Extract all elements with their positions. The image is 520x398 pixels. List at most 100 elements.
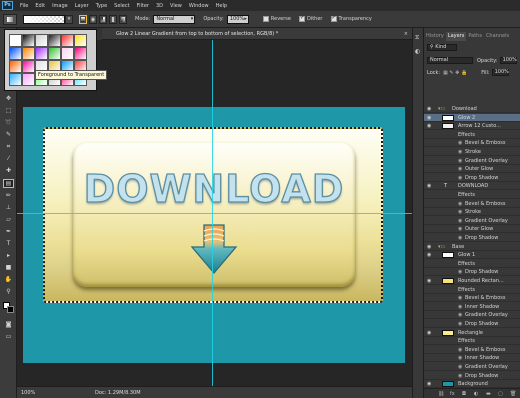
adjustments-panel-icon[interactable]: ◐ [415, 48, 420, 55]
fx-icon[interactable]: fx [450, 391, 455, 397]
dither-checkbox[interactable] [298, 15, 305, 22]
layer-row[interactable]: ◉ T DOWNLOAD [424, 182, 520, 191]
adjustment-layer-icon[interactable]: ◐ [474, 391, 478, 397]
layer-row[interactable]: ◉ Gradient Overlay [424, 311, 520, 320]
effect-visibility-icon[interactable]: ◉ [458, 158, 462, 164]
menu-3d[interactable]: 3D [156, 3, 163, 9]
layer-row[interactable]: ◉ Gradient Overlay [424, 157, 520, 165]
gradient-swatch[interactable] [35, 47, 48, 60]
hand-tool-icon[interactable]: ✋ [3, 275, 14, 284]
gradient-swatch[interactable] [22, 34, 35, 47]
canvas-workspace[interactable]: DOWNLOAD [17, 40, 412, 386]
gradient-swatch[interactable] [74, 34, 87, 47]
transparency-checkbox[interactable] [330, 15, 337, 22]
fill-input[interactable]: 100% [491, 69, 509, 76]
effect-visibility-icon[interactable]: ◉ [458, 269, 462, 275]
effect-visibility-icon[interactable]: ◉ [458, 175, 462, 181]
background-color-swatch[interactable] [7, 306, 14, 313]
layer-row[interactable]: Effects [424, 260, 520, 268]
effect-visibility-icon[interactable]: ◉ [458, 149, 462, 155]
gradient-dropdown-button[interactable]: ▾ [65, 14, 73, 24]
blend-mode-select[interactable]: Normal [427, 57, 473, 64]
lock-icons[interactable]: ▦ ✎ ✥ 🔒 [443, 70, 467, 76]
eye-icon[interactable]: ◉ [427, 252, 431, 258]
layer-row[interactable]: ◉ Gradient Overlay [424, 217, 520, 225]
layer-row[interactable]: ◉ Bevel & Emboss [424, 139, 520, 148]
diamond-gradient-button[interactable] [119, 14, 127, 24]
layer-row[interactable]: ◉ Rectangle [424, 329, 520, 337]
gradient-swatch[interactable] [22, 47, 35, 60]
menu-filter[interactable]: Filter [137, 3, 149, 9]
eye-icon[interactable]: ◉ [427, 106, 431, 112]
tab-paths[interactable]: Paths [466, 32, 484, 41]
eye-icon[interactable]: ◉ [427, 330, 431, 336]
effect-visibility-icon[interactable]: ◉ [458, 373, 462, 379]
menu-view[interactable]: View [170, 3, 182, 9]
move-tool-icon[interactable]: ✥ [3, 94, 14, 103]
mode-select[interactable]: Normal ▾ [153, 14, 196, 24]
layer-row[interactable]: Effects [424, 337, 520, 346]
layer-row[interactable]: ◉ Drop Shadow [424, 320, 520, 328]
menu-window[interactable]: Window [189, 3, 209, 9]
gradient-swatch[interactable] [9, 60, 22, 73]
gradient-swatch[interactable] [61, 47, 74, 60]
layer-filter-select[interactable]: ⚲ Kind [427, 44, 457, 51]
effect-visibility-icon[interactable]: ◉ [458, 304, 462, 310]
effect-visibility-icon[interactable]: ◉ [458, 321, 462, 327]
document-canvas[interactable]: DOWNLOAD [23, 107, 405, 363]
folder-icon[interactable]: ▾▭ [438, 244, 445, 250]
effect-visibility-icon[interactable]: ◉ [458, 218, 462, 224]
opacity-input[interactable]: 100% ▸ [226, 14, 249, 24]
layer-row[interactable]: ◉ ▾▭ Base [424, 243, 520, 251]
reflected-gradient-button[interactable] [109, 14, 117, 24]
menu-edit[interactable]: Edit [35, 3, 45, 9]
eye-icon[interactable]: ◉ [427, 115, 431, 121]
effect-visibility-icon[interactable]: ◉ [458, 226, 462, 232]
layer-row[interactable]: ◉ Drop Shadow [424, 174, 520, 182]
effect-visibility-icon[interactable]: ◉ [458, 235, 462, 241]
tool-preset-picker[interactable] [3, 13, 17, 25]
pen-tool-icon[interactable]: ✒ [3, 227, 14, 236]
type-tool-icon[interactable]: T [3, 239, 14, 248]
layer-row[interactable]: ◉ Stroke [424, 208, 520, 217]
gradient-tool-icon[interactable]: ▤ [3, 179, 14, 188]
close-icon[interactable]: × [404, 31, 408, 37]
layer-row[interactable]: ◉ Drop Shadow [424, 268, 520, 277]
layer-row[interactable]: ◉ Drop Shadow [424, 372, 520, 380]
radial-gradient-button[interactable] [89, 14, 97, 24]
effect-visibility-icon[interactable]: ◉ [458, 312, 462, 318]
lasso-tool-icon[interactable]: ➰ [3, 118, 14, 127]
effect-visibility-icon[interactable]: ◉ [458, 140, 462, 146]
stamp-tool-icon[interactable]: ⊥ [3, 203, 14, 212]
layer-row[interactable]: ◉ Bevel & Emboss [424, 200, 520, 208]
layer-row[interactable]: ◉ ▾▭ Download [424, 105, 520, 113]
menu-help[interactable]: Help [216, 3, 227, 9]
eye-icon[interactable]: ◉ [427, 278, 431, 284]
history-panel-icon[interactable]: ⧖ [415, 34, 419, 42]
eye-icon[interactable]: ◉ [427, 381, 431, 387]
effect-visibility-icon[interactable]: ◉ [458, 166, 462, 172]
effect-visibility-icon[interactable]: ◉ [458, 355, 462, 361]
layer-row[interactable]: Effects [424, 191, 520, 199]
menu-type[interactable]: Type [96, 3, 107, 9]
zoom-tool-icon[interactable]: ⚲ [3, 287, 14, 296]
layer-row[interactable]: ◉ Bevel & Emboss [424, 294, 520, 303]
link-layers-icon[interactable]: ⛓ [438, 391, 444, 397]
gradient-swatch[interactable] [48, 47, 61, 60]
zoom-level[interactable]: 100% [21, 390, 35, 396]
layer-row[interactable]: ◉ Outer Glow [424, 165, 520, 174]
layer-row[interactable]: Effects [424, 131, 520, 139]
screen-mode-icon[interactable]: ▭ [3, 332, 14, 341]
effect-visibility-icon[interactable]: ◉ [458, 209, 462, 215]
layer-row[interactable]: ◉ Inner Shadow [424, 303, 520, 311]
layer-row[interactable]: ◉ Background [424, 380, 520, 389]
linear-gradient-button[interactable] [79, 14, 87, 24]
eraser-tool-icon[interactable]: ▱ [3, 215, 14, 224]
gradient-swatch[interactable] [9, 47, 22, 60]
gradient-swatch[interactable] [22, 60, 35, 73]
new-group-icon[interactable]: ▬ [486, 391, 491, 397]
gradient-swatch[interactable] [35, 34, 48, 47]
layer-row[interactable]: ◉ Arrow 12 Custo... [424, 122, 520, 131]
add-mask-icon[interactable]: ◘ [462, 391, 466, 397]
path-select-tool-icon[interactable]: ▸ [3, 251, 14, 260]
